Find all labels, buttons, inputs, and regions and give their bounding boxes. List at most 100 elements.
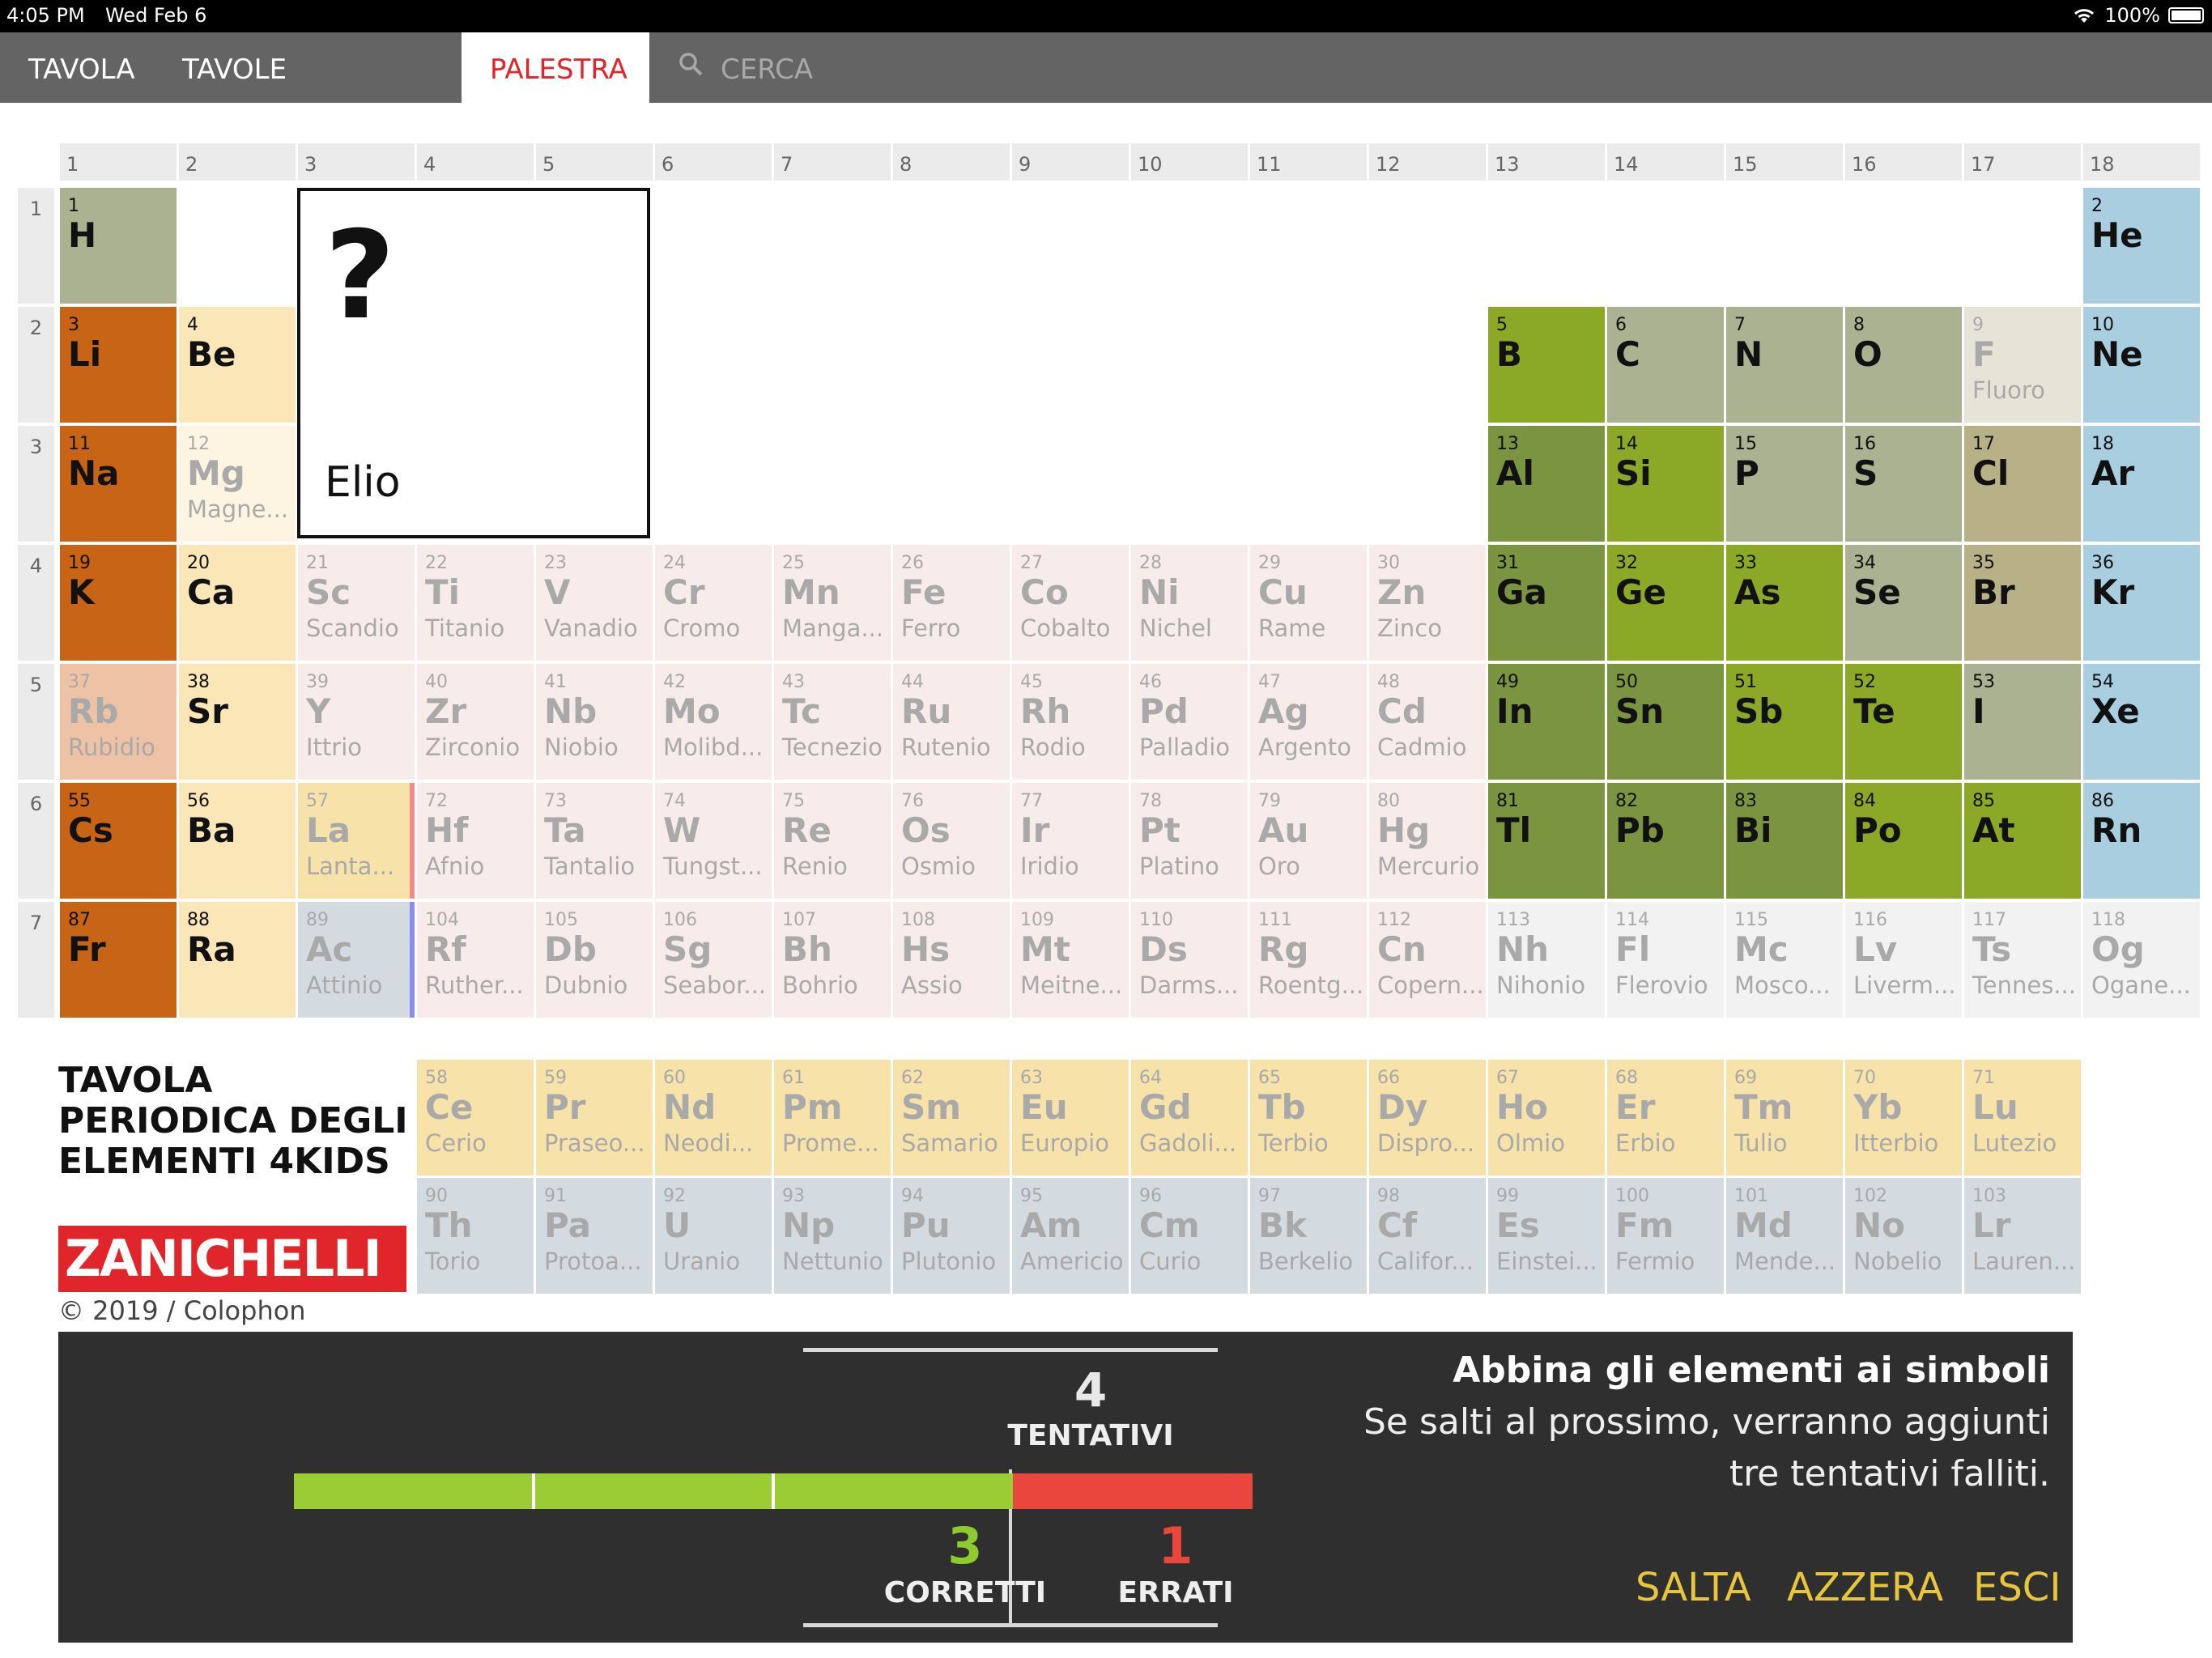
element-cell[interactable]: 41 Nb Niobio (536, 664, 653, 780)
element-cell[interactable]: 49 In (1488, 664, 1605, 780)
element-cell[interactable]: 80 Hg Mercurio (1369, 783, 1486, 899)
tab-tavola[interactable]: TAVOLA (0, 32, 154, 103)
element-cell[interactable]: 67 Ho Olmio (1488, 1060, 1605, 1175)
element-cell[interactable]: 20 Ca (179, 545, 296, 661)
element-cell[interactable]: 96 Cm Curio (1131, 1178, 1248, 1294)
element-cell[interactable]: 59 Pr Praseo... (536, 1060, 653, 1175)
element-cell[interactable]: 24 Cr Cromo (655, 545, 772, 661)
element-cell[interactable]: 99 Es Einstei... (1488, 1178, 1605, 1294)
element-cell[interactable]: 13 Al (1488, 426, 1605, 542)
element-cell[interactable]: 112 Cn Copern... (1369, 902, 1486, 1018)
element-cell[interactable]: 61 Pm Prome... (774, 1060, 891, 1175)
element-cell[interactable]: 29 Cu Rame (1250, 545, 1367, 661)
element-cell[interactable]: 81 Tl (1488, 783, 1605, 899)
element-cell[interactable]: 73 Ta Tantalio (536, 783, 653, 899)
reset-button[interactable]: AZZERA (1787, 1565, 1943, 1610)
element-cell[interactable]: 25 Mn Manga... (774, 545, 891, 661)
element-cell[interactable]: 44 Ru Rutenio (893, 664, 1010, 780)
element-cell[interactable]: 88 Ra (179, 902, 296, 1018)
element-cell[interactable]: 27 Co Cobalto (1012, 545, 1129, 661)
element-cell[interactable]: 77 Ir Iridio (1012, 783, 1129, 899)
element-cell[interactable]: 9 F Fluoro (1964, 307, 2081, 423)
element-cell[interactable]: 111 Rg Roentg... (1250, 902, 1367, 1018)
element-cell[interactable]: 5B (1488, 307, 1605, 423)
element-cell[interactable]: 62 Sm Samario (893, 1060, 1010, 1175)
element-cell[interactable]: 30 Zn Zinco (1369, 545, 1486, 661)
colophon-link[interactable]: © 2019 / Colophon (58, 1295, 306, 1326)
element-cell[interactable]: 12 Mg Magne... (179, 426, 296, 542)
element-cell[interactable]: 103 Lr Lauren... (1964, 1178, 2081, 1294)
element-cell[interactable]: 57 La Lanta... (298, 783, 415, 899)
element-cell[interactable]: 110 Ds Darms... (1131, 902, 1248, 1018)
element-cell[interactable]: 23 V Vanadio (536, 545, 653, 661)
element-cell[interactable]: 22 Ti Titanio (417, 545, 534, 661)
element-cell[interactable]: 108 Hs Assio (893, 902, 1010, 1018)
element-cell[interactable]: 87 Fr (60, 902, 177, 1018)
element-cell[interactable]: 93 Np Nettunio (774, 1178, 891, 1294)
element-cell[interactable]: 18 Ar (2083, 426, 2200, 542)
element-cell[interactable]: 45 Rh Rodio (1012, 664, 1129, 780)
element-cell[interactable]: 78 Pt Platino (1131, 783, 1248, 899)
element-cell[interactable]: 38 Sr (179, 664, 296, 780)
element-cell[interactable]: 60 Nd Neodi... (655, 1060, 772, 1175)
element-cell[interactable]: 39 Y Ittrio (298, 664, 415, 780)
element-cell[interactable]: 65 Tb Terbio (1250, 1060, 1367, 1175)
element-cell[interactable]: 92 U Uranio (655, 1178, 772, 1294)
element-cell[interactable]: 42 Mo Molibd... (655, 664, 772, 780)
element-cell[interactable]: 113 Nh Nihonio (1488, 902, 1605, 1018)
element-cell[interactable]: 102 No Nobelio (1845, 1178, 1962, 1294)
element-cell[interactable]: 86 Rn (2083, 783, 2200, 899)
element-cell[interactable]: 117 Ts Tennes... (1964, 902, 2081, 1018)
element-cell[interactable]: 84 Po (1845, 783, 1962, 899)
tab-tavole-tematiche[interactable]: TAVOLE TEMATICHE (154, 32, 462, 160)
element-cell[interactable]: 104 Rf Ruther... (417, 902, 534, 1018)
element-cell[interactable]: 8O (1845, 307, 1962, 423)
element-cell[interactable]: 64 Gd Gadoli... (1131, 1060, 1248, 1175)
element-cell[interactable]: 74 W Tungst... (655, 783, 772, 899)
element-cell[interactable]: 2 He (2083, 188, 2200, 304)
element-cell[interactable]: 63 Eu Europio (1012, 1060, 1129, 1175)
element-cell[interactable]: 114 Fl Flerovio (1607, 902, 1724, 1018)
element-cell[interactable]: 51 Sb (1726, 664, 1843, 780)
element-cell[interactable]: 36 Kr (2083, 545, 2200, 661)
element-cell[interactable]: 106 Sg Seabor... (655, 902, 772, 1018)
element-cell[interactable]: 94 Pu Plutonio (893, 1178, 1010, 1294)
element-cell[interactable]: 66 Dy Dispro... (1369, 1060, 1486, 1175)
element-cell[interactable]: 53 I (1964, 664, 2081, 780)
element-cell[interactable]: 58 Ce Cerio (417, 1060, 534, 1175)
element-cell[interactable]: 91 Pa Protoa... (536, 1178, 653, 1294)
element-cell[interactable]: 26 Fe Ferro (893, 545, 1010, 661)
element-cell[interactable]: 89 Ac Attinio (298, 902, 415, 1018)
element-cell[interactable]: 118 Og Ogane... (2083, 902, 2200, 1018)
tab-search[interactable]: CERCA (664, 32, 858, 103)
element-cell[interactable]: 37 Rb Rubidio (60, 664, 177, 780)
element-cell[interactable]: 97 Bk Berkelio (1250, 1178, 1367, 1294)
element-cell[interactable]: 11 Na (60, 426, 177, 542)
element-cell[interactable]: 14 Si (1607, 426, 1724, 542)
element-cell[interactable]: 116 Lv Liverm... (1845, 902, 1962, 1018)
tab-palestra[interactable]: PALESTRA (462, 32, 649, 103)
element-cell[interactable]: 15 P (1726, 426, 1843, 542)
element-cell[interactable]: 46 Pd Palladio (1131, 664, 1248, 780)
element-cell[interactable]: 3 Li (60, 307, 177, 423)
element-cell[interactable]: 76 Os Osmio (893, 783, 1010, 899)
element-cell[interactable]: 40 Zr Zirconio (417, 664, 534, 780)
element-cell[interactable]: 47 Ag Argento (1250, 664, 1367, 780)
element-cell[interactable]: 71 Lu Lutezio (1964, 1060, 2081, 1175)
element-cell[interactable]: 54 Xe (2083, 664, 2200, 780)
exit-button[interactable]: ESCI (1973, 1565, 2061, 1610)
element-cell[interactable]: 35 Br (1964, 545, 2081, 661)
element-cell[interactable]: 115 Mc Mosco... (1726, 902, 1843, 1018)
element-cell[interactable]: 7N (1726, 307, 1843, 423)
element-cell[interactable]: 68 Er Erbio (1607, 1060, 1724, 1175)
element-cell[interactable]: 85 At (1964, 783, 2081, 899)
element-cell[interactable]: 21 Sc Scandio (298, 545, 415, 661)
skip-button[interactable]: SALTA (1636, 1565, 1751, 1610)
element-cell[interactable]: 83 Bi (1726, 783, 1843, 899)
element-cell[interactable]: 95 Am Americio (1012, 1178, 1129, 1294)
element-cell[interactable]: 50 Sn (1607, 664, 1724, 780)
element-cell[interactable]: 70 Yb Itterbio (1845, 1060, 1962, 1175)
element-cell[interactable]: 98 Cf Califor... (1369, 1178, 1486, 1294)
element-cell[interactable]: 1H (60, 188, 177, 304)
element-cell[interactable]: 101 Md Mende... (1726, 1178, 1843, 1294)
